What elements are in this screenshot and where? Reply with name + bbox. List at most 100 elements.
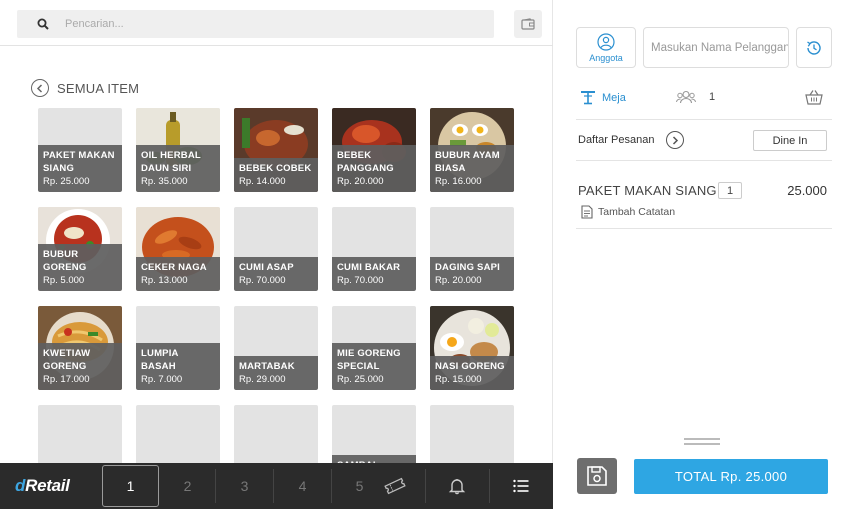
product-price: Rp. 5.000 [43,275,85,286]
guest-counter[interactable]: 1 [676,90,715,104]
product-name: KWETIAW GORENG [43,348,91,372]
order-list-button[interactable] [666,131,684,149]
product-tile[interactable]: PAKET MAKAN SIANG Rp. 25.000 [38,108,122,192]
product-price: Rp. 20.000 [337,176,384,187]
product-name: BUBUR AYAM BIASA [435,150,500,174]
member-button[interactable]: Anggota [576,27,636,68]
product-price: Rp. 16.000 [435,176,482,187]
product-tile[interactable]: ROTI ABU [136,405,220,464]
save-disk-icon [587,466,607,486]
pos-app: SEMUA ITEM PAKET MAKAN SIANG Rp. 25.000 OI… [0,0,852,509]
product-caption: LUMPIA BASAH Rp. 7.000 [136,343,220,390]
product-price: Rp. 35.000 [141,176,188,187]
product-caption: PAKET MAKAN SIANG Rp. 25.000 [38,145,122,192]
product-tile[interactable]: SAMBAL ATI [234,405,318,464]
order-item-price: 25.000 [787,183,827,198]
product-name: NASI GORENG [435,361,505,372]
total-pay-button[interactable]: TOTAL Rp. 25.000 [634,459,828,494]
ticket-button[interactable] [380,463,410,509]
save-order-button[interactable] [577,458,617,494]
product-price: Rp. 29.000 [239,374,286,385]
product-caption: OIL HERBAL DAUN SIRI Rp. 35.000 [136,145,220,192]
menu-button[interactable] [490,463,552,509]
table-selector[interactable]: Meja [580,90,626,105]
drag-handle[interactable] [684,438,720,440]
product-tile[interactable]: CUMI BAKAR Rp. 70.000 [332,207,416,291]
product-price: Rp. 13.000 [141,275,188,286]
product-tile[interactable]: SAMBAL BALADO [332,405,416,464]
product-caption: MARTABAK Rp. 29.000 [234,356,318,390]
product-tile[interactable]: CEKER NAGA Rp. 13.000 [136,207,220,291]
back-to-all-items[interactable]: SEMUA ITEM [31,79,139,97]
ticket-icon [384,477,406,495]
product-caption: KWETIAW GORENG Rp. 17.000 [38,343,122,390]
product-caption: DAGING SAPI Rp. 20.000 [430,257,514,291]
search-bar[interactable] [17,10,494,38]
page-button-1[interactable]: 1 [102,465,159,507]
product-tile[interactable]: PIZZA [38,405,122,464]
order-item-name[interactable]: PAKET MAKAN SIANG [578,183,717,198]
drag-handle[interactable] [684,443,720,445]
basket-icon [805,90,823,105]
list-menu-icon [513,479,529,493]
product-name: MIE GORENG SPECIAL [337,348,401,372]
product-name: CUMI ASAP [239,262,294,273]
page-button-2[interactable]: 2 [160,463,215,509]
product-price: Rp. 25.000 [337,374,384,385]
product-caption: BEBEK COBEK Rp. 14.000 [234,158,318,192]
product-tile[interactable]: OIL HERBAL DAUN SIRI Rp. 35.000 [136,108,220,192]
product-caption: BUBUR GORENG Rp. 5.000 [38,244,122,291]
product-tile[interactable]: NASI GORENG Rp. 15.000 [430,306,514,390]
chevron-left-icon [31,79,49,97]
product-name: MARTABAK [239,361,295,372]
product-tile[interactable]: MIE GORENG SPECIAL Rp. 25.000 [332,306,416,390]
product-name: DAGING SAPI [435,262,501,273]
product-name: BEBEK COBEK [239,163,312,174]
order-item-qty[interactable]: 1 [718,182,742,199]
product-caption: NASI GORENG Rp. 15.000 [430,356,514,390]
catalog-panel: SEMUA ITEM PAKET MAKAN SIANG Rp. 25.000 OI… [0,0,553,509]
product-tile[interactable]: BUBUR AYAM BIASA Rp. 16.000 [430,108,514,192]
product-price: Rp. 7.000 [141,374,183,385]
page-button-3[interactable]: 3 [216,463,273,509]
product-caption: BEBEK PANGGANG Rp. 20.000 [332,145,416,192]
wallet-icon [521,18,535,30]
product-tile[interactable]: CUMI ASAP Rp. 70.000 [234,207,318,291]
search-input[interactable] [65,18,465,30]
notification-button[interactable] [426,463,488,509]
bottom-bar: dRetail 1 2 3 4 5 [0,463,553,509]
dretail-logo: dRetail [15,476,70,495]
product-tile[interactable]: KWETIAW GORENG Rp. 17.000 [38,306,122,390]
product-tile[interactable]: BEBEK PANGGANG Rp. 20.000 [332,108,416,192]
page-button-5[interactable]: 5 [332,463,387,509]
add-note-button[interactable]: Tambah Catatan [581,205,675,219]
product-price: Rp. 20.000 [435,275,482,286]
search-icon [37,18,49,30]
people-icon [676,90,696,104]
product-caption: CEKER NAGA Rp. 13.000 [136,257,220,291]
product-price: Rp. 15.000 [435,374,482,385]
product-tile[interactable]: BUBUR GORENG Rp. 5.000 [38,207,122,291]
basket-button[interactable] [805,89,823,110]
divider [576,228,832,229]
user-circle-icon [597,32,615,51]
history-button[interactable] [796,27,832,68]
product-caption: CUMI ASAP Rp. 70.000 [234,257,318,291]
dine-mode-button[interactable]: Dine In [753,130,827,151]
divider [0,45,553,46]
product-price: Rp. 25.000 [43,176,90,187]
product-tile[interactable]: MARTABAK Rp. 29.000 [234,306,318,390]
order-list-label: Daftar Pesanan [578,134,655,146]
product-tile[interactable]: BEBEK COBEK Rp. 14.000 [234,108,318,192]
product-tile[interactable]: SAMBAL CUMI [430,405,514,464]
wallet-button[interactable] [514,10,542,38]
product-tile[interactable]: DAGING SAPI Rp. 20.000 [430,207,514,291]
product-name: CUMI BAKAR [337,262,401,273]
table-row: Meja 1 [576,86,832,112]
product-name: BUBUR GORENG [43,249,87,273]
product-price: Rp. 70.000 [239,275,286,286]
product-tile[interactable]: LUMPIA BASAH Rp. 7.000 [136,306,220,390]
page-button-4[interactable]: 4 [274,463,331,509]
customer-name-input[interactable] [643,27,789,68]
divider [576,160,832,161]
